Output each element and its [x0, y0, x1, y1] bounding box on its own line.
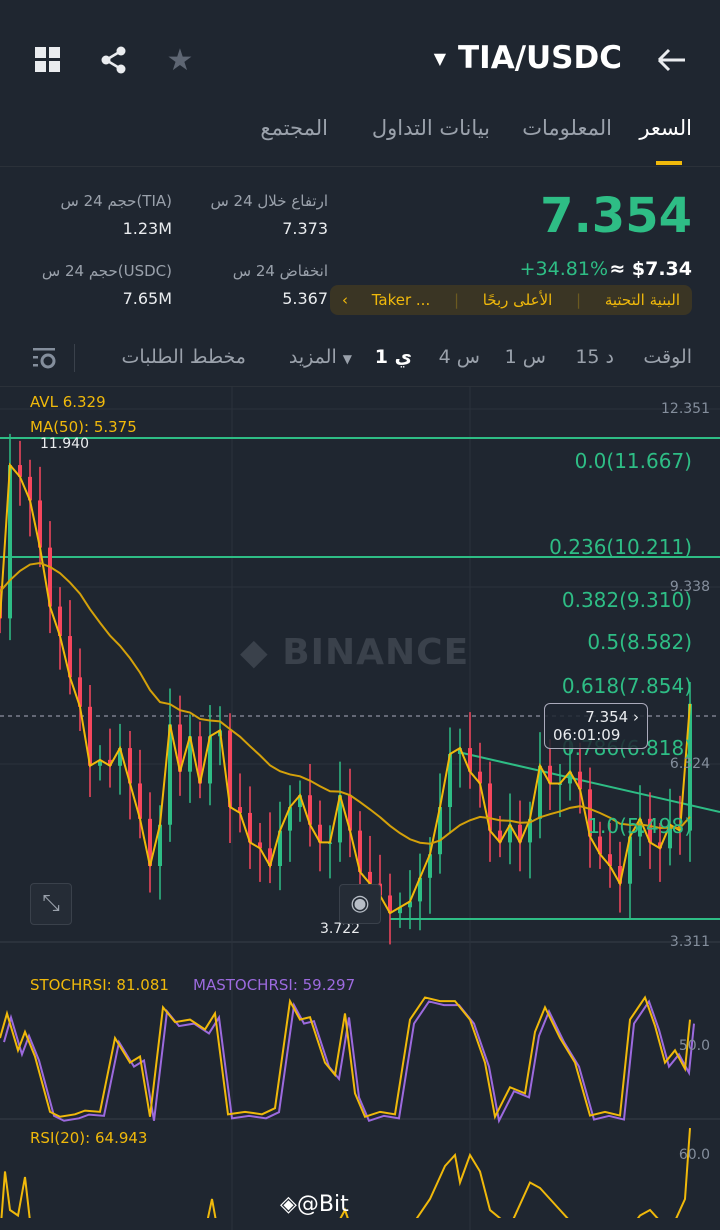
grid-icon[interactable]	[30, 42, 66, 78]
binance-logo-icon: ◈	[280, 1192, 297, 1217]
divider	[74, 344, 75, 372]
tag-taker[interactable]: Taker ...	[372, 291, 431, 309]
avl-label: AVL 6.329	[30, 393, 106, 411]
tab-underline	[656, 161, 682, 165]
tf-more[interactable]: المزيد ▼	[289, 346, 352, 368]
tf-15m[interactable]: 15 د	[575, 346, 614, 368]
mastochrsi-label: MASTOCHRSI: 59.297	[193, 976, 356, 994]
vol-usdc-label: حجم 24 س(USDC)	[41, 262, 172, 280]
axis-label: 3.311	[669, 934, 710, 950]
pair-title: TIA/USDC	[458, 40, 622, 76]
back-arrow-icon[interactable]	[654, 42, 690, 78]
fib-level: 0.0(11.667)	[574, 449, 692, 473]
price-tooltip[interactable]: 7.354 › 06:01:09	[544, 703, 648, 749]
eye-icon[interactable]: ◉	[339, 884, 381, 924]
depth-chart-tab[interactable]: مخطط الطلبات	[122, 346, 246, 368]
last-price: 7.354	[540, 188, 692, 244]
divider	[0, 166, 720, 167]
fib-level: 1.0(5.498)	[587, 814, 692, 838]
time-label: الوقت	[643, 346, 692, 368]
chevron-right-icon: ›	[633, 708, 639, 726]
tab-community[interactable]: المجتمع	[260, 116, 328, 140]
low-label: انخفاض 24 س	[232, 262, 328, 280]
tag-top-gainers[interactable]: الأعلى ربحًا	[483, 291, 553, 309]
tag-divider: |	[453, 291, 459, 309]
star-icon[interactable]: ★	[162, 42, 198, 78]
tag-infrastructure[interactable]: البنية التحتية	[605, 291, 680, 309]
low-value: 5.367	[282, 289, 328, 308]
ma-label: MA(50): 5.375	[30, 418, 137, 436]
tf-1h[interactable]: 1 س	[505, 346, 546, 368]
fib-level: 0.618(7.854)	[561, 674, 692, 698]
usd-price: ≈ $7.34	[609, 258, 692, 280]
fib-level: 0.382(9.310)	[561, 588, 692, 612]
high-value: 7.373	[282, 219, 328, 238]
fib-level: 0.236(10.211)	[549, 535, 692, 559]
axis-label: 50.0	[678, 1038, 710, 1054]
dropdown-icon: ▼	[433, 48, 447, 68]
footer-watermark: ◈@Bit	[280, 1192, 349, 1217]
tooltip-time: 06:01:09	[553, 726, 621, 744]
pair-selector[interactable]: ▼ TIA/USDC	[434, 40, 622, 76]
high-marker: 11.940	[40, 436, 89, 452]
mastochrsi-line	[3, 999, 695, 1124]
tooltip-price: 7.354	[585, 708, 629, 726]
share-icon[interactable]	[96, 42, 132, 78]
tab-info[interactable]: المعلومات	[522, 116, 612, 140]
price-chart[interactable]	[0, 386, 720, 1230]
high-label: ارتفاع خلال 24 س	[210, 192, 328, 210]
axis-label: 60.0	[678, 1147, 710, 1163]
vol-tia-label: حجم 24 س(TIA)	[60, 192, 172, 210]
chart-settings-icon[interactable]	[33, 347, 57, 373]
tf-1d[interactable]: 1 ي	[375, 346, 412, 368]
binance-watermark: ◆ BINANCE	[240, 632, 470, 673]
stochrsi-line	[0, 995, 691, 1120]
dropdown-icon: ▼	[342, 352, 352, 366]
tag-divider: |	[576, 291, 582, 309]
rsi-label: RSI(20): 64.943	[30, 1129, 148, 1147]
vol-usdc-value: 7.65M	[122, 289, 172, 308]
fib-level: 0.5(8.582)	[587, 630, 692, 654]
chevron-icon: ‹	[342, 291, 348, 309]
tab-trading-data[interactable]: بيانات التداول	[372, 116, 490, 140]
vol-tia-value: 1.23M	[122, 219, 172, 238]
tab-price[interactable]: السعر	[639, 116, 692, 140]
tag-bar[interactable]: ‹ Taker ... | الأعلى ربحًا | البنية التح…	[330, 285, 692, 315]
tf-4h[interactable]: 4 س	[439, 346, 480, 368]
more-label: المزيد	[288, 346, 337, 368]
axis-label: 12.351	[661, 401, 710, 417]
stochrsi-label: STOCHRSI: 81.081	[30, 976, 169, 994]
expand-icon[interactable]: ⤡	[30, 883, 72, 925]
price-change: +34.81%	[519, 258, 608, 280]
